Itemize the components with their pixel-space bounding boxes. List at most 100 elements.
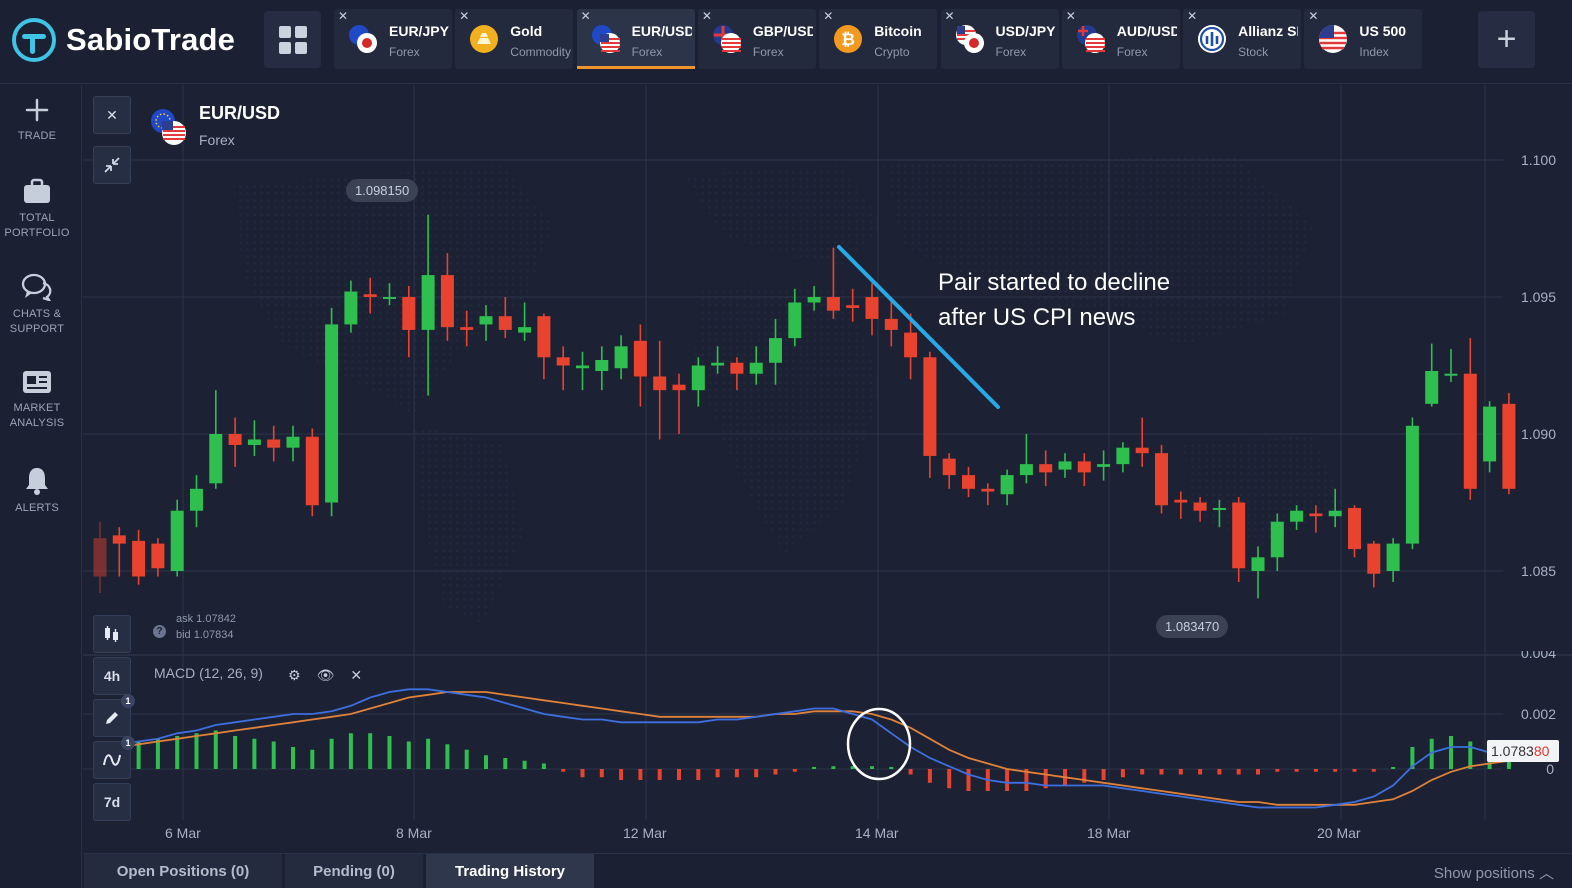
nav-chats-support[interactable]: CHATS & SUPPORT [0,273,74,337]
candle [1155,444,1168,514]
candle-body [247,439,261,445]
tab-eur-usd[interactable]: ✕ EUR/USD Forex [576,9,695,69]
us-flag-icon [1319,24,1348,53]
tab-category: Forex [389,45,420,59]
nav-market-analysis[interactable]: MARKET ANALYSIS [0,369,74,431]
tab-category: Forex [1116,45,1148,59]
tab-gbp-usd[interactable]: ✕ GBP/USD Forex [697,9,816,69]
close-tab-icon[interactable]: ✕ [338,10,348,22]
price-chart[interactable] [83,85,1572,853]
eur-usd-flag-icon [149,107,189,147]
candle [942,453,956,489]
candle [633,324,647,407]
collapse-chart-button[interactable] [93,146,131,184]
candle-body [942,458,956,476]
macd-histogram-bar [947,769,952,789]
candle-body [1367,543,1381,574]
candle-body [190,488,203,511]
macd-histogram-bar [541,763,546,769]
macd-histogram-bar [348,733,353,769]
time-axis-label: 14 Mar [855,825,899,841]
candle-body [556,357,570,366]
candle [576,351,589,391]
tab-name: AUD/USD [1116,23,1177,39]
svg-text:₿: ₿ [841,30,855,50]
candle-body [1270,521,1284,558]
current-price-main: 1.0783 [1491,743,1534,759]
chart-type-button[interactable] [93,615,131,653]
chart-panel[interactable]: ✕ EUR/USD Forex 1.098150 1.083470 Pair s… [83,85,1572,853]
close-tab-icon[interactable]: ✕ [1308,10,1318,22]
draw-tool-button[interactable]: 1 [93,694,135,737]
candle [537,313,551,380]
indicator-wave-icon [103,754,121,766]
macd-histogram-bar [1198,769,1203,775]
candle [1463,338,1477,500]
info-icon[interactable]: ? [153,625,166,638]
tab-name: Bitcoin [874,23,922,39]
timeframe-button[interactable]: 4h [93,657,131,695]
candle-body [151,543,165,569]
tab-trading-history[interactable]: Trading History [426,854,594,888]
indicator-visibility-eye-icon[interactable]: 👁 [317,667,335,684]
macd-histogram-bar [1275,769,1280,772]
close-tab-icon[interactable]: ✕ [945,10,955,22]
tab-open-positions[interactable]: Open Positions (0) [84,854,282,888]
candle-body [1135,447,1149,454]
tab-name: USD/JPY [995,23,1056,39]
time-axis-label: 12 Mar [623,825,667,841]
logo[interactable]: SabioTrade [12,18,235,62]
macd-histogram-bar [175,736,180,769]
candle-body [904,332,918,358]
candle-body [1000,475,1014,495]
macd-axis-label: 0 [1546,761,1554,777]
nav-alerts[interactable]: ALERTS [0,465,74,516]
indicator-settings-gear-icon[interactable]: ⚙ [288,667,301,684]
show-positions-toggle[interactable]: Show positions ︿ [1434,862,1554,883]
tab-pending[interactable]: Pending (0) [285,854,423,888]
tab-us-500[interactable]: ✕ US 500 Index [1304,9,1423,69]
collapse-icon [104,157,120,173]
ask-price: ask 1.07842 [176,613,236,625]
quote-box: ask 1.07842 bid 1.07834 [176,611,236,643]
close-chart-button[interactable]: ✕ [93,96,131,134]
tab-gold[interactable]: ✕ Gold Commodity [455,9,574,69]
candle-body [730,362,744,374]
candle [962,466,975,498]
instrument-name: EUR/USD [199,103,281,123]
macd-histogram-bar [1140,769,1145,775]
tab-usd-jpy[interactable]: ✕ USD/JPY Forex [940,9,1059,69]
candle-body [209,434,223,484]
tab-allianz-se[interactable]: ✕ Allianz SE Stock [1183,9,1302,69]
grid-icon [278,25,307,54]
tab-bitcoin[interactable]: ✕ ₿ Bitcoin Crypto [819,9,938,69]
close-tab-icon[interactable]: ✕ [702,10,712,22]
nav-alerts-label: ALERTS [15,502,59,514]
indicators-button[interactable]: 1 [93,736,135,779]
tab-aud-usd[interactable]: ✕ AUD/USD Forex [1061,9,1180,69]
candle-body [711,362,725,366]
candle-body [1212,507,1226,510]
indicator-remove-close-icon[interactable]: ✕ [350,667,362,684]
nav-trade[interactable]: TRADE [0,97,74,144]
close-icon: ✕ [106,106,118,123]
close-tab-icon[interactable]: ✕ [581,10,591,22]
tab-category: Forex [752,45,784,59]
macd-histogram-bar [599,769,604,778]
macd-histogram-bar [522,760,527,769]
close-tab-icon[interactable]: ✕ [1187,10,1197,22]
candle [112,527,126,577]
candle-body [807,297,821,303]
close-tab-icon[interactable]: ✕ [823,10,833,22]
close-tab-icon[interactable]: ✕ [459,10,469,22]
add-tab-button[interactable]: + [1478,11,1535,68]
layout-grid-button[interactable] [264,11,321,68]
candle-body [479,316,493,325]
tab-eur-jpy[interactable]: ✕ EUR/JPY Forex [334,9,452,69]
close-tab-icon[interactable]: ✕ [1066,10,1076,22]
candle-body [93,538,107,577]
range-button[interactable]: 7d [93,783,131,821]
nav-total-portfolio[interactable]: TOTAL PORTFOLIO [0,177,74,241]
candle-body [788,302,802,339]
candle [1097,450,1111,481]
